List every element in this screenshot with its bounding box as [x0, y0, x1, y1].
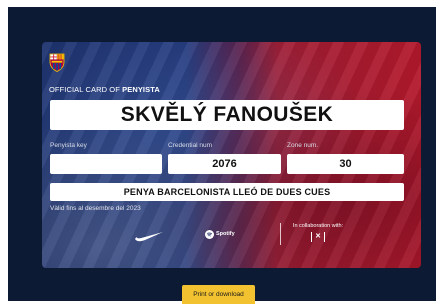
penyista-key-label: Penyista key: [50, 142, 87, 149]
spotify-logo: Spotify: [205, 228, 235, 240]
spotify-wordmark: Spotify: [216, 231, 235, 237]
validity-text: Vàlid fins al desembre del 2023: [50, 205, 141, 212]
membership-card: OFFICIAL CARD OF PENYISTA SKVĚLÝ FANOUŠE…: [42, 42, 421, 268]
credential-num-label: Credential num: [168, 142, 213, 149]
official-caption-prefix: OFFICIAL CARD OF: [49, 85, 120, 94]
partner-logo-icon: ✕: [311, 232, 325, 242]
fc-barcelona-crest-icon: [49, 53, 65, 72]
spotify-icon: [205, 229, 214, 239]
penya-name: PENYA BARCELONISTA LLEÓ DE DUES CUES: [50, 183, 404, 201]
penyista-key-field: [50, 154, 162, 174]
zone-num-field: 30: [287, 154, 404, 174]
page-background: OFFICIAL CARD OF PENYISTA SKVĚLÝ FANOUŠE…: [8, 7, 436, 301]
collaboration-block: In collaboration with: ✕: [288, 223, 348, 242]
official-caption-strong: PENYISTA: [122, 85, 160, 94]
member-name: SKVĚLÝ FANOUŠEK: [50, 100, 404, 130]
collaboration-caption: In collaboration with:: [292, 223, 344, 229]
credential-num-field: 2076: [168, 154, 281, 174]
official-card-caption: OFFICIAL CARD OF PENYISTA: [49, 85, 160, 94]
zone-num-label: Zone num.: [287, 142, 319, 149]
print-download-button[interactable]: Print or download: [182, 285, 255, 304]
nike-swoosh-icon: [135, 232, 163, 242]
sponsor-divider: [280, 223, 281, 245]
